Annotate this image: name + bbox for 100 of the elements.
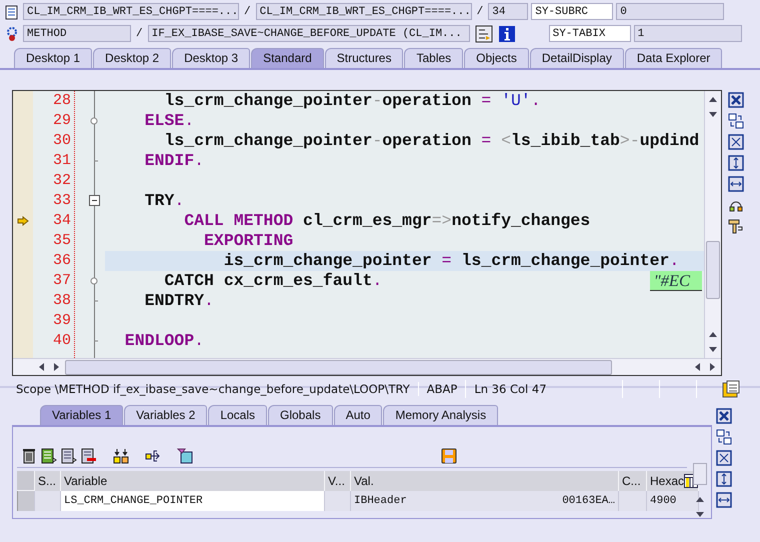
tab[interactable]: Desktop 1 xyxy=(14,48,92,68)
scroll-left-icon[interactable] xyxy=(38,363,44,371)
swap-icon[interactable] xyxy=(716,429,732,445)
column-header[interactable]: S... xyxy=(35,471,61,491)
system-field-name[interactable]: SY-TABIX xyxy=(548,25,631,42)
scroll-right-icon[interactable] xyxy=(54,363,60,371)
column-header[interactable]: C... xyxy=(619,471,647,491)
scroll-thumb[interactable] xyxy=(65,360,612,374)
code-editor[interactable] xyxy=(12,90,722,376)
list-delete-icon[interactable] xyxy=(81,448,97,464)
code-line: ls_crm_change_pointer-operation = 'U'. xyxy=(163,91,541,111)
tab[interactable]: Data Explorer xyxy=(624,48,722,68)
scroll-up-icon[interactable] xyxy=(709,331,717,337)
tab[interactable]: Variables 1 xyxy=(40,405,124,425)
resize-vertical-icon[interactable] xyxy=(728,155,744,171)
line-number: 38 xyxy=(52,292,71,309)
path-separator: / xyxy=(135,28,144,40)
tab[interactable]: Globals xyxy=(268,405,333,425)
line-number: 34 xyxy=(52,212,71,229)
tab[interactable]: Desktop 2 xyxy=(93,48,172,68)
scroll-down-icon[interactable] xyxy=(696,512,704,518)
move-down-icon[interactable] xyxy=(113,448,129,464)
table-cell xyxy=(35,491,61,511)
resize-horizontal-icon[interactable] xyxy=(716,492,732,508)
system-field-value: 0 xyxy=(616,3,724,20)
line-number: 37 xyxy=(52,272,71,289)
scope-text: Scope \METHOD if_ex_ibase_save~change_before_update\LOOP\TRY xyxy=(16,382,419,396)
code-line: is_crm_change_pointer = ls_crm_change_pointer. xyxy=(222,251,680,271)
tab[interactable]: Objects xyxy=(464,48,529,68)
program-field: CL_IM_CRM_IB_WRT_ES_CHGPT====... xyxy=(23,3,239,20)
tab[interactable]: Memory Analysis xyxy=(383,405,498,425)
line-number: 36 xyxy=(52,252,71,269)
tab[interactable]: Auto xyxy=(334,405,382,425)
filter-icon[interactable] xyxy=(177,448,193,464)
clipboard-icon[interactable] xyxy=(722,380,740,398)
branch-arrow-icon[interactable] xyxy=(145,448,161,464)
horizontal-scrollbar[interactable] xyxy=(13,358,721,375)
pragma-comment: "#EC xyxy=(650,271,702,291)
line-number: 33 xyxy=(52,192,71,209)
list-insert-icon[interactable] xyxy=(41,448,57,464)
line-number: 30 xyxy=(52,132,71,149)
vertical-scrollbar[interactable] xyxy=(704,91,721,358)
line-field: 34 xyxy=(488,3,528,20)
path-separator: / xyxy=(476,6,484,18)
scroll-down-icon[interactable] xyxy=(709,347,717,353)
value-reference: 00163EA… xyxy=(562,494,615,509)
line-number: 32 xyxy=(52,172,71,189)
tab[interactable]: Desktop 3 xyxy=(172,48,250,68)
tab[interactable]: Variables 2 xyxy=(124,405,208,425)
path-separator: / xyxy=(243,6,252,18)
tab[interactable]: DetailDisplay xyxy=(530,48,624,68)
code-line: TRY. xyxy=(144,191,184,211)
code-line: EXPORTING xyxy=(203,231,294,251)
close-icon[interactable] xyxy=(716,408,732,424)
fold-node-icon xyxy=(90,117,98,125)
scroll-right-icon[interactable] xyxy=(710,363,716,371)
tab[interactable]: Structures xyxy=(324,48,404,68)
variable-input[interactable]: LS_CRM_CHANGE_POINTER xyxy=(61,491,325,511)
list-append-icon[interactable] xyxy=(61,448,77,464)
table-cell: 4900 xyxy=(647,491,699,511)
resize-vertical-icon[interactable] xyxy=(716,471,732,487)
tab[interactable]: Locals xyxy=(208,405,267,425)
code-line: CALL METHOD cl_crm_es_mgr=>notify_changes xyxy=(183,211,590,231)
event-field: IF_EX_IBASE_SAVE~CHANGE_BEFORE_UPDATE (CL_IM... xyxy=(148,25,470,42)
code-line: ENDLOOP. xyxy=(124,331,204,351)
column-header[interactable]: Variable xyxy=(61,471,325,491)
resize-horizontal-icon[interactable] xyxy=(728,176,744,192)
value-type: IBHeader xyxy=(354,494,407,509)
cursor-position: Ln 36 Col 47 xyxy=(466,380,624,398)
document-icon xyxy=(4,4,20,20)
column-header[interactable]: Val. xyxy=(351,471,619,491)
include-field: CL_IM_CRM_IB_WRT_ES_CHGPT====... xyxy=(256,3,472,20)
tab[interactable]: Tables xyxy=(404,48,464,68)
tab[interactable]: Standard xyxy=(251,48,324,68)
code-line: ls_crm_change_pointer-operation = <ls_ibib_tab>-updind xyxy=(163,131,700,151)
scroll-up-icon[interactable] xyxy=(696,496,704,502)
save-icon[interactable] xyxy=(441,448,457,464)
swap-icon[interactable] xyxy=(728,113,744,129)
code-line: ENDTRY. xyxy=(144,291,214,311)
code-line: ENDIF. xyxy=(144,151,204,171)
system-field-name[interactable]: SY-SUBRC xyxy=(531,3,614,20)
scroll-thumb[interactable] xyxy=(706,240,720,298)
code-line: CATCH cx_crm_es_fault. xyxy=(163,271,382,291)
line-number: 39 xyxy=(52,312,71,329)
scroll-left-icon[interactable] xyxy=(694,363,700,371)
column-header[interactable]: V... xyxy=(325,471,351,491)
navigate-icon[interactable] xyxy=(474,24,493,42)
code-line: ELSE. xyxy=(144,111,194,131)
scroll-up-icon[interactable] xyxy=(709,96,717,102)
trash-icon[interactable] xyxy=(21,448,37,464)
close-icon[interactable] xyxy=(728,92,744,108)
gear-icon xyxy=(4,26,20,42)
line-number: 31 xyxy=(52,152,71,169)
line-number: 28 xyxy=(52,92,71,109)
collapse-icon[interactable] xyxy=(89,195,100,206)
line-number: 35 xyxy=(52,232,71,249)
scroll-down-icon[interactable] xyxy=(709,112,717,118)
hammer-icon[interactable] xyxy=(728,218,744,234)
info-icon[interactable] xyxy=(498,24,516,42)
scroll-thumb[interactable] xyxy=(693,463,707,485)
